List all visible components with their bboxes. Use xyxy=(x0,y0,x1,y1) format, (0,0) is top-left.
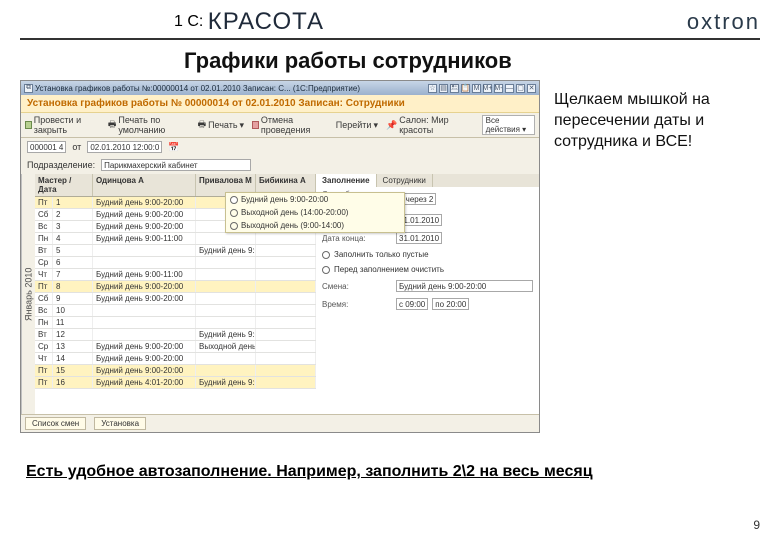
doc-date-picker-icon[interactable]: 📅 xyxy=(168,142,179,153)
app-icon: ⧉ xyxy=(24,84,33,93)
date-end-input[interactable]: 31.01.2010 xyxy=(396,232,442,244)
maximize-icon[interactable]: ▢ xyxy=(516,84,525,93)
slide-header: 1 С: КРАСОТА oxtron xyxy=(20,8,760,40)
time-from-input[interactable]: с 09:00 xyxy=(396,298,428,310)
table-row[interactable]: Пн11 xyxy=(35,317,316,329)
radio-clear-first[interactable] xyxy=(322,266,330,274)
unit-input[interactable]: Парикмахерский кабинет xyxy=(101,159,251,171)
toolbar-mini-icon[interactable]: M xyxy=(472,84,481,93)
toolbar-mini-icon[interactable]: 📋 xyxy=(461,84,470,93)
unit-label: Подразделение: xyxy=(27,160,95,170)
doc-number-input[interactable]: 000001 4 xyxy=(27,141,66,153)
table-row[interactable]: Чт7Будний день 9:00-11:00 xyxy=(35,269,316,281)
brand-logo: oxtron xyxy=(687,9,760,35)
header-title: КРАСОТА xyxy=(208,8,324,36)
doc-number-row: 000001 4 от 02.01.2010 12:00:0 📅 xyxy=(21,138,539,156)
bottom-tab-setup[interactable]: Установка xyxy=(94,417,146,430)
window-title: Установка графиков работы №:00000014 от … xyxy=(35,84,426,93)
print-button[interactable]: 🖶 Печать ▾ xyxy=(198,117,245,133)
table-row[interactable]: Пт15Будний день 9:00-20:00 xyxy=(35,365,316,377)
page-number: 9 xyxy=(753,518,760,532)
radio-fill-empty[interactable] xyxy=(322,251,330,259)
slide-subtitle: Графики работы сотрудников xyxy=(20,40,760,80)
all-actions-select[interactable]: Все действия ▾ xyxy=(482,115,535,135)
unit-row: Подразделение: Парикмахерский кабинет xyxy=(21,156,539,174)
close-icon[interactable]: ✕ xyxy=(527,84,536,93)
toolbar-mini-icon[interactable]: 🖭 xyxy=(450,84,459,93)
app-screenshot: ⧉ Установка графиков работы №:00000014 о… xyxy=(20,80,540,433)
month-strip[interactable]: Январь 2010 xyxy=(21,174,35,414)
shift-popup[interactable]: Будний день 9:00-20:00 Выходной день (14… xyxy=(225,192,405,233)
document-header: Установка графиков работы № 00000014 от … xyxy=(21,95,539,113)
table-row[interactable]: Пт8Будний день 9:00-20:00 xyxy=(35,281,316,293)
time-to-input[interactable]: по 20:00 xyxy=(432,298,469,310)
opt1-radio[interactable] xyxy=(230,196,238,204)
opt3-radio[interactable] xyxy=(230,222,238,230)
bottom-tab-shifts[interactable]: Список смен xyxy=(25,417,86,430)
shift-input[interactable]: Будний день 9:00-20:00 xyxy=(396,280,533,292)
table-row[interactable]: Ср6 xyxy=(35,257,316,269)
table-row[interactable]: Ср13Будний день 9:00-20:00Выходной день … xyxy=(35,341,316,353)
toolbar-mini-icon[interactable]: ▤ xyxy=(439,84,448,93)
table-row[interactable]: Вс10 xyxy=(35,305,316,317)
salon-label: 📌 Салон: Мир красоты xyxy=(386,115,466,135)
window-titlebar: ⧉ Установка графиков работы №:00000014 о… xyxy=(21,81,539,95)
table-row[interactable]: Вт5Будний день 9:00-20:00 xyxy=(35,245,316,257)
slide-footer: Есть удобное автозаполнение. Например, з… xyxy=(20,463,760,481)
table-row[interactable]: Пт16Будний день 4:01-20:00Будний день 9:… xyxy=(35,377,316,389)
table-row[interactable]: Чт14Будний день 9:00-20:00 xyxy=(35,353,316,365)
print-default-button[interactable]: 🖶 Печать по умолчанию xyxy=(108,115,190,135)
doc-date-input[interactable]: 02.01.2010 12:00:0 xyxy=(87,141,162,153)
goto-button[interactable]: Перейти ▾ xyxy=(336,120,378,131)
tab-fill[interactable]: Заполнение xyxy=(316,174,377,187)
cancel-posting-button[interactable]: Отмена проведения xyxy=(252,115,328,135)
toolbar-mini-icon[interactable]: M+ xyxy=(483,84,492,93)
toolbar-mini-icon[interactable]: ☆ xyxy=(428,84,437,93)
slide-caption: Щелкаем мышкой на пересечении даты и сот… xyxy=(554,80,754,433)
table-row[interactable]: Вт12Будний день 9:00-20:00 xyxy=(35,329,316,341)
table-row[interactable]: Сб9Будний день 9:00-20:00 xyxy=(35,293,316,305)
opt2-radio[interactable] xyxy=(230,209,238,217)
toolbar-mini-icon[interactable]: M- xyxy=(494,84,503,93)
tab-employees[interactable]: Сотрудники xyxy=(377,174,433,187)
header-prefix: 1 С: xyxy=(174,13,203,31)
bottom-tabs: Список смен Установка xyxy=(21,414,539,432)
minimize-icon[interactable]: — xyxy=(505,84,514,93)
document-toolbar: Провести и закрыть 🖶 Печать по умолчанию… xyxy=(21,113,539,138)
run-and-close-button[interactable]: Провести и закрыть xyxy=(25,115,100,135)
table-row[interactable]: Пн4Будний день 9:00-11:00 xyxy=(35,233,316,245)
